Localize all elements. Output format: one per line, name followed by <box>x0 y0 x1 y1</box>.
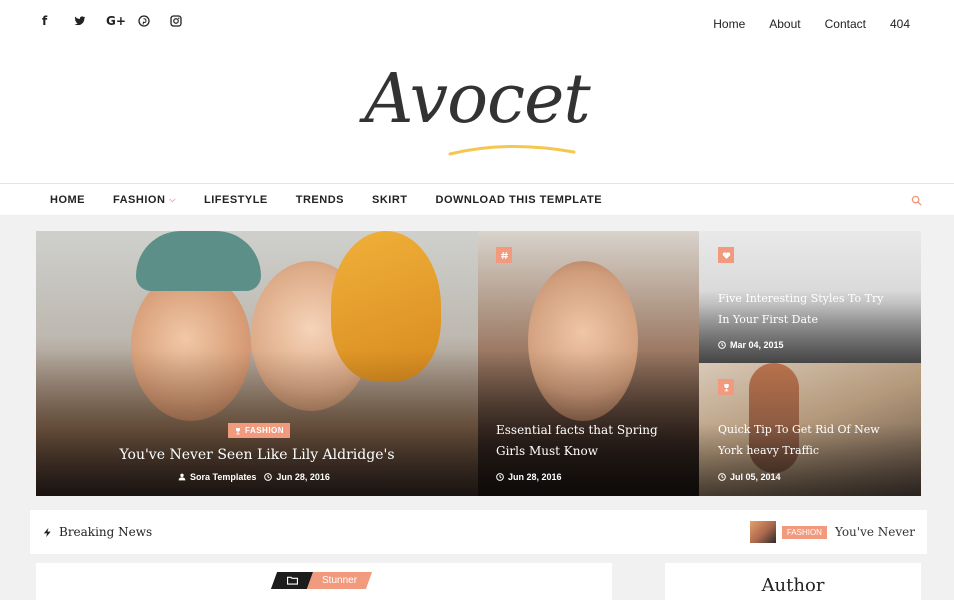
featured-post-4[interactable]: Quick Tip To Get Rid Of New York heavy T… <box>699 363 921 496</box>
post-title[interactable]: Quick Tip To Get Rid Of New York heavy T… <box>718 419 903 461</box>
user-icon <box>178 473 186 481</box>
heart-icon[interactable] <box>718 247 734 263</box>
site-header: f G+ Home About Contact 404 Avocet <box>0 0 954 183</box>
post-title[interactable]: You've Never Seen Like Lily Aldridge's <box>36 445 478 466</box>
logo-text: Avocet <box>364 60 590 139</box>
logo-underline <box>448 145 576 156</box>
post-date: Jun 28, 2016 <box>508 472 562 482</box>
post-card: Stunner <box>36 563 612 600</box>
clock-icon <box>264 473 273 481</box>
sidebar-widget: Author <box>665 563 921 600</box>
post-title[interactable]: Five Interesting Styles To Try In Your F… <box>718 288 898 330</box>
nav-item-trends[interactable]: TRENDS <box>296 194 344 206</box>
top-menu-about[interactable]: About <box>769 17 800 31</box>
photo-hat-teal <box>136 231 261 291</box>
nav-item-home[interactable]: HOME <box>50 194 85 206</box>
clock-icon <box>718 473 726 481</box>
ticker-headline[interactable]: You've Never <box>835 525 915 539</box>
nav-item-label: DOWNLOAD THIS TEMPLATE <box>435 194 603 206</box>
twitter-icon[interactable] <box>74 13 106 29</box>
ticker-thumbnail <box>749 521 776 543</box>
widget-title: Author <box>761 575 825 596</box>
social-links: f G+ <box>42 13 202 29</box>
post-date: Mar 04, 2015 <box>730 340 784 350</box>
top-menu-home[interactable]: Home <box>713 17 745 31</box>
trophy-icon[interactable] <box>718 379 734 395</box>
post-date: Jul 05, 2014 <box>730 472 781 482</box>
nav-item-label: TRENDS <box>295 194 344 206</box>
featured-slider: FASHION You've Never Seen Like Lily Aldr… <box>36 231 921 496</box>
facebook-icon[interactable]: f <box>42 13 74 29</box>
nav-item-skirt[interactable]: SKIRT <box>372 194 408 206</box>
chevron-down-icon: ⌵ <box>169 195 176 204</box>
category-label: FASHION <box>245 426 285 435</box>
google-plus-icon[interactable]: G+ <box>106 13 138 29</box>
post-tag-label: Stunner <box>322 575 358 586</box>
featured-post-main[interactable]: FASHION You've Never Seen Like Lily Aldr… <box>36 231 478 496</box>
nav-item-label: SKIRT <box>372 194 408 206</box>
bolt-icon <box>43 527 51 537</box>
nav-item-download[interactable]: DOWNLOAD THIS TEMPLATE <box>436 194 603 206</box>
post-author[interactable]: Sora Templates <box>190 472 256 482</box>
breaking-news-label: Breaking News <box>42 525 152 539</box>
nav-item-label: FASHION <box>113 194 166 206</box>
post-date: Jun 28, 2016 <box>276 472 330 482</box>
clock-icon <box>718 341 726 349</box>
category-badge[interactable]: FASHION <box>228 423 291 438</box>
featured-post-2[interactable]: Essential facts that Spring Girls Must K… <box>478 231 699 496</box>
top-menu-contact[interactable]: Contact <box>825 17 866 31</box>
breaking-news-text: Breaking News <box>59 525 153 539</box>
post-meta: Mar 04, 2015 <box>718 340 784 350</box>
post-meta: Jul 05, 2014 <box>718 472 781 482</box>
post-meta: Sora Templates Jun 28, 2016 <box>178 472 330 482</box>
top-menu-404[interactable]: 404 <box>890 17 910 31</box>
nav-item-lifestyle[interactable]: LIFESTYLE <box>204 194 268 206</box>
ticker-category[interactable]: FASHION <box>781 525 827 539</box>
nav-item-label: LIFESTYLE <box>203 194 268 206</box>
clock-icon <box>496 473 504 481</box>
hash-icon[interactable] <box>496 247 512 263</box>
top-menu: Home About Contact 404 <box>689 17 910 31</box>
site-logo[interactable]: Avocet <box>327 55 627 159</box>
news-ticker[interactable]: FASHION You've Never <box>749 521 915 543</box>
breaking-news-bar: Breaking News FASHION You've Never <box>30 510 927 554</box>
instagram-icon[interactable] <box>170 13 202 29</box>
nav-item-fashion[interactable]: FASHION ⌵ <box>113 194 176 206</box>
post-title[interactable]: Essential facts that Spring Girls Must K… <box>496 420 686 462</box>
pinterest-icon[interactable] <box>138 13 170 29</box>
nav-item-label: HOME <box>50 194 85 206</box>
main-nav: HOME FASHION ⌵ LIFESTYLE TRENDS SKIRT DOW… <box>0 183 954 216</box>
featured-post-3[interactable]: Five Interesting Styles To Try In Your F… <box>699 231 921 363</box>
trophy-icon <box>236 427 240 434</box>
post-meta: Jun 28, 2016 <box>496 472 562 482</box>
post-tag[interactable]: Stunner <box>270 572 373 589</box>
search-icon[interactable] <box>911 193 922 211</box>
